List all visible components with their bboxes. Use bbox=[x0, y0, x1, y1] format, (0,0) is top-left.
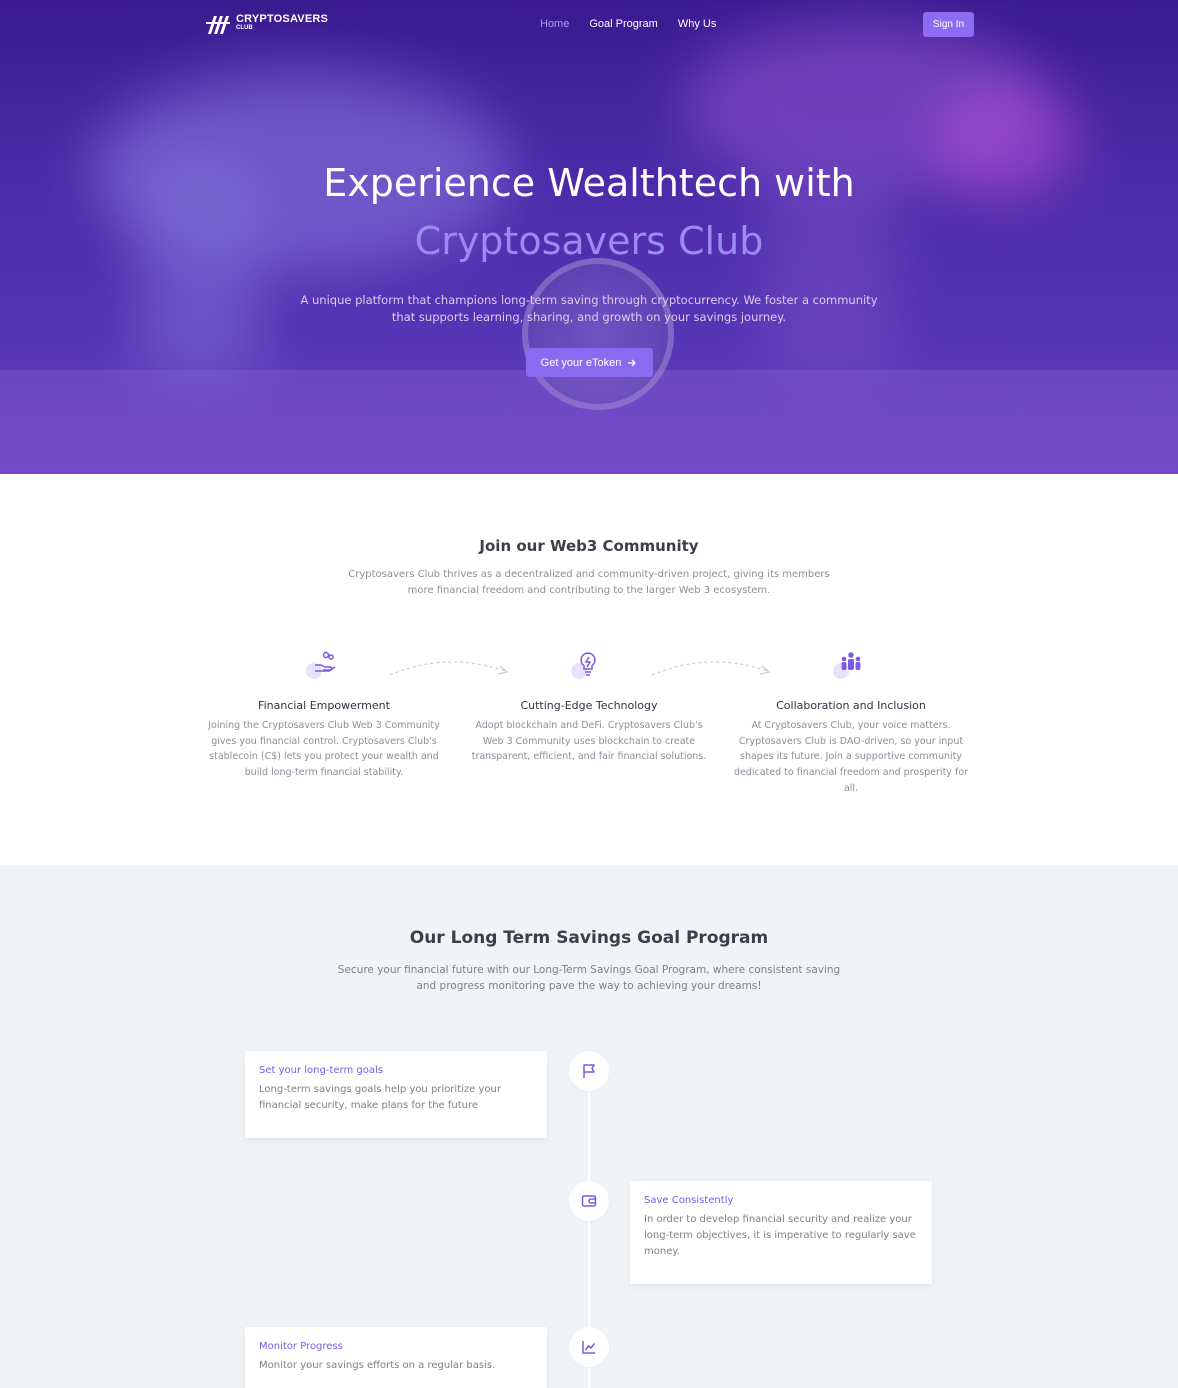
goal-program-section: Our Long Term Savings Goal Program Secur… bbox=[0, 865, 1178, 1388]
feature-title: Financial Empowerment bbox=[258, 699, 390, 712]
feature-title: Cutting-Edge Technology bbox=[520, 699, 658, 712]
flag-icon bbox=[583, 1064, 595, 1078]
goals-subtitle: Secure your financial future with our Lo… bbox=[337, 964, 841, 992]
feature-collaboration-inclusion: Collaboration and Inclusion At Cryptosav… bbox=[733, 649, 969, 797]
nav-goal-program[interactable]: Goal Program bbox=[589, 18, 657, 30]
logo-subtext: CLUB bbox=[236, 25, 253, 31]
goal-card-save-consistently: Save Consistently In order to develop fi… bbox=[630, 1181, 932, 1284]
logo-mark-icon bbox=[206, 16, 230, 34]
community-section: Join our Web3 Community Cryptosavers Clu… bbox=[0, 474, 1178, 865]
community-title: Join our Web3 Community bbox=[479, 537, 699, 555]
feature-title: Collaboration and Inclusion bbox=[776, 699, 926, 712]
feature-text: At Cryptosavers Club, your voice matters… bbox=[733, 720, 969, 794]
arrow-right-icon bbox=[628, 359, 637, 366]
hero-title: Experience Wealthtech with bbox=[323, 161, 855, 205]
timeline-step-icon bbox=[569, 1051, 609, 1091]
lightbulb-icon bbox=[580, 652, 596, 676]
chart-line-icon bbox=[582, 1341, 596, 1354]
feature-text: Adopt blockchain and DeFi. Cryptosavers … bbox=[471, 720, 707, 763]
hand-coins-icon bbox=[315, 651, 336, 672]
timeline-step-icon bbox=[569, 1181, 609, 1221]
nav-home[interactable]: Home bbox=[540, 18, 569, 30]
main-menu: Home Goal Program Why Us bbox=[540, 18, 716, 30]
sign-in-button[interactable]: Sign In bbox=[923, 12, 974, 37]
goal-card-text: In order to develop financial security a… bbox=[644, 1214, 916, 1257]
goal-card-text: Monitor your savings efforts on a regula… bbox=[259, 1360, 496, 1371]
hero-content: Experience Wealthtech with Cryptosavers … bbox=[0, 156, 1178, 377]
logo-text: CRYPTOSAVERS bbox=[236, 13, 329, 25]
goals-title: Our Long Term Savings Goal Program bbox=[409, 928, 769, 948]
get-etoken-button[interactable]: Get your eToken bbox=[525, 348, 653, 377]
goal-card-title: Monitor Progress bbox=[259, 1341, 343, 1352]
feature-text: Joining the Cryptosavers Club Web 3 Comm… bbox=[208, 720, 440, 779]
goal-card-set-goals: Set your long-term goals Long-term savin… bbox=[245, 1051, 547, 1138]
community-subtitle: Cryptosavers Club thrives as a decentral… bbox=[348, 569, 830, 596]
wallet-icon bbox=[581, 1195, 597, 1207]
goal-card-title: Save Consistently bbox=[644, 1195, 734, 1206]
hero-title-highlight: Cryptosavers Club bbox=[414, 219, 764, 263]
nav-why-us[interactable]: Why Us bbox=[678, 18, 717, 30]
people-icon bbox=[841, 652, 861, 670]
get-etoken-label: Get your eToken bbox=[540, 356, 622, 369]
hero-section: CRYPTOSAVERS CLUB Home Goal Program Why … bbox=[0, 0, 1178, 474]
logo[interactable]: CRYPTOSAVERS CLUB bbox=[206, 14, 328, 34]
goal-card-text: Long-term savings goals help you priorit… bbox=[259, 1084, 501, 1111]
goal-card-monitor-progress: Monitor Progress Monitor your savings ef… bbox=[245, 1327, 547, 1388]
goal-card-title: Set your long-term goals bbox=[259, 1065, 383, 1076]
timeline-step-icon bbox=[569, 1327, 609, 1367]
hero-subtitle: A unique platform that champions long-te… bbox=[300, 293, 878, 324]
top-navbar: CRYPTOSAVERS CLUB Home Goal Program Why … bbox=[0, 0, 1178, 50]
